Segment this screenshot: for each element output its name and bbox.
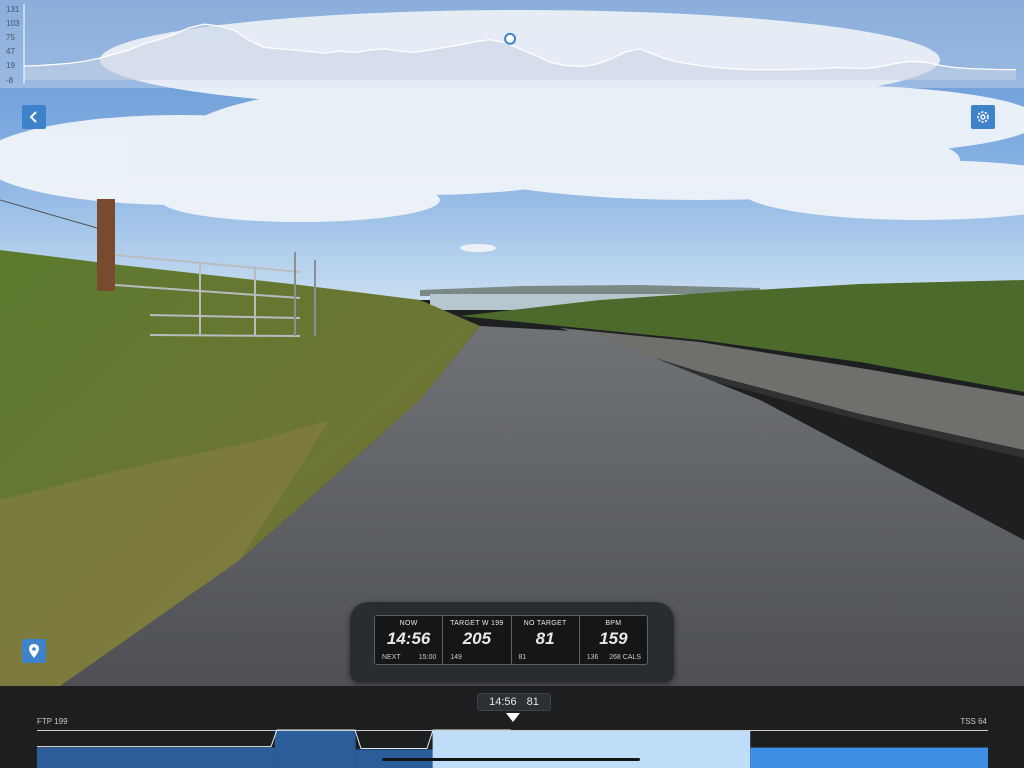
hud-display: NOW 14:56 NEXT 15:00 TARGET W 199 205 14…	[374, 615, 648, 665]
map-pin-icon	[29, 644, 39, 658]
hud-sub: 136	[586, 654, 599, 661]
chevron-left-icon	[29, 111, 37, 123]
workout-segment	[750, 747, 988, 768]
rider-position-marker	[504, 32, 517, 45]
gear-icon	[977, 111, 989, 123]
elevation-chart	[23, 4, 1016, 84]
hud-power-cell: TARGET W 199 205 149	[443, 616, 512, 664]
position-badge: 14:56 81	[477, 693, 551, 711]
position-time: 14:56	[489, 696, 517, 708]
map-button[interactable]	[22, 639, 46, 663]
hud-sub: NEXT	[382, 654, 401, 661]
scrub-handle[interactable]	[382, 758, 640, 761]
workout-segment	[37, 747, 275, 768]
hud-heart-rate-cell: BPM 159 136 268 CALS	[580, 616, 647, 664]
hud-value: 159	[599, 629, 628, 648]
hud-value: 14:56	[386, 629, 431, 648]
workout-segment	[274, 731, 356, 768]
elevation-area	[24, 24, 1016, 81]
hud-label: BPM	[605, 620, 622, 627]
hud-value: 205	[462, 629, 492, 648]
hud-sub: 149	[450, 654, 462, 661]
hud-sub: 15:00	[418, 654, 437, 661]
hud-sub: 268 CALS	[609, 654, 641, 661]
hud-label: NO TARGET	[523, 620, 567, 627]
workout-segment	[432, 731, 751, 768]
hud-cadence-cell: NO TARGET 81 81	[512, 616, 580, 664]
hud-value: 81	[535, 629, 555, 648]
back-button[interactable]	[22, 105, 46, 129]
hud-label: NOW	[399, 620, 418, 627]
settings-button[interactable]	[971, 105, 995, 129]
hud-sub: 81	[518, 654, 527, 661]
elevation-profile: 131 103 75 47 19 -8	[0, 0, 1024, 88]
position-marker-icon[interactable]	[506, 713, 520, 722]
ftp-line	[37, 730, 988, 731]
hud-label: TARGET W 199	[450, 620, 504, 627]
hud-time-cell: NOW 14:56 NEXT 15:00	[375, 616, 444, 664]
ride-video	[0, 0, 1024, 686]
position-value: 81	[526, 696, 539, 708]
